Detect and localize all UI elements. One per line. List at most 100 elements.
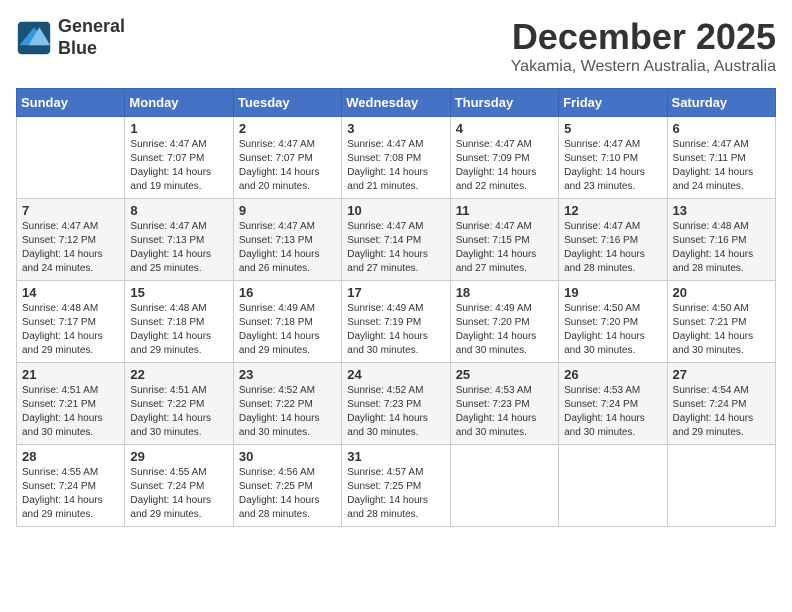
day-info: Sunrise: 4:47 AM Sunset: 7:07 PM Dayligh… [130, 138, 227, 194]
calendar-cell: 25 Sunrise: 4:53 AM Sunset: 7:23 PM Dayli… [450, 363, 558, 445]
calendar-cell: 22Sunrise: 4:51 AM Sunset: 7:22 PM Dayli… [125, 363, 233, 445]
location-title: Yakamia, Western Australia, Australia [511, 58, 776, 76]
calendar-cell: 20 Sunrise: 4:50 AM Sunset: 7:21 PM Dayli… [667, 281, 775, 363]
weekday-header-sunday: Sunday [17, 89, 125, 117]
day-number: 17 [347, 285, 444, 300]
calendar-table: SundayMondayTuesdayWednesdayThursdayFrid… [16, 88, 776, 527]
day-info: Sunrise: 4:51 AM Sunset: 7:21 PM Dayligh… [22, 384, 119, 440]
day-number: 1 [130, 121, 227, 136]
week-row-3: 14 Sunrise: 4:48 AM Sunset: 7:17 PM Dayli… [17, 281, 776, 363]
logo-line2: Blue [58, 38, 125, 60]
calendar-cell: 7 Sunrise: 4:47 AM Sunset: 7:12 PM Daylig… [17, 199, 125, 281]
calendar-cell: 5Sunrise: 4:47 AM Sunset: 7:10 PM Daylig… [559, 117, 667, 199]
calendar-cell: 15 Sunrise: 4:48 AM Sunset: 7:18 PM Dayli… [125, 281, 233, 363]
week-row-2: 7 Sunrise: 4:47 AM Sunset: 7:12 PM Daylig… [17, 199, 776, 281]
day-number: 29 [130, 449, 227, 464]
calendar-cell: 21Sunrise: 4:51 AM Sunset: 7:21 PM Dayli… [17, 363, 125, 445]
logo: General Blue [16, 16, 125, 59]
day-number: 7 [22, 203, 119, 218]
day-info: Sunrise: 4:47 AM Sunset: 7:07 PM Dayligh… [239, 138, 336, 194]
day-info: Sunrise: 4:53 AM Sunset: 7:24 PM Dayligh… [564, 384, 661, 440]
calendar-cell [450, 445, 558, 527]
day-info: Sunrise: 4:49 AM Sunset: 7:18 PM Dayligh… [239, 302, 336, 358]
calendar-cell: 28 Sunrise: 4:55 AM Sunset: 7:24 PM Dayli… [17, 445, 125, 527]
day-number: 10 [347, 203, 444, 218]
day-info: Sunrise: 4:49 AM Sunset: 7:19 PM Dayligh… [347, 302, 444, 358]
day-info: Sunrise: 4:47 AM Sunset: 7:13 PM Dayligh… [130, 220, 227, 276]
calendar-cell: 19 Sunrise: 4:50 AM Sunset: 7:20 PM Dayli… [559, 281, 667, 363]
day-number: 28 [22, 449, 119, 464]
day-info: Sunrise: 4:54 AM Sunset: 7:24 PM Dayligh… [673, 384, 770, 440]
day-info: Sunrise: 4:47 AM Sunset: 7:12 PM Dayligh… [22, 220, 119, 276]
weekday-header-row: SundayMondayTuesdayWednesdayThursdayFrid… [17, 89, 776, 117]
day-info: Sunrise: 4:55 AM Sunset: 7:24 PM Dayligh… [22, 466, 119, 522]
day-number: 13 [673, 203, 770, 218]
day-number: 15 [130, 285, 227, 300]
day-info: Sunrise: 4:48 AM Sunset: 7:17 PM Dayligh… [22, 302, 119, 358]
week-row-1: 1 Sunrise: 4:47 AM Sunset: 7:07 PM Daylig… [17, 117, 776, 199]
day-number: 25 [456, 367, 553, 382]
day-info: Sunrise: 4:47 AM Sunset: 7:11 PM Dayligh… [673, 138, 770, 194]
calendar-cell: 13 Sunrise: 4:48 AM Sunset: 7:16 PM Dayli… [667, 199, 775, 281]
calendar-cell: 24Sunrise: 4:52 AM Sunset: 7:23 PM Dayli… [342, 363, 450, 445]
calendar-cell: 29 Sunrise: 4:55 AM Sunset: 7:24 PM Dayli… [125, 445, 233, 527]
calendar-cell: 31Sunrise: 4:57 AM Sunset: 7:25 PM Dayli… [342, 445, 450, 527]
day-number: 27 [673, 367, 770, 382]
day-info: Sunrise: 4:52 AM Sunset: 7:23 PM Dayligh… [347, 384, 444, 440]
calendar-cell: 27 Sunrise: 4:54 AM Sunset: 7:24 PM Dayli… [667, 363, 775, 445]
weekday-header-friday: Friday [559, 89, 667, 117]
calendar-cell: 17 Sunrise: 4:49 AM Sunset: 7:19 PM Dayli… [342, 281, 450, 363]
weekday-header-thursday: Thursday [450, 89, 558, 117]
day-info: Sunrise: 4:57 AM Sunset: 7:25 PM Dayligh… [347, 466, 444, 522]
day-number: 2 [239, 121, 336, 136]
title-area: December 2025 Yakamia, Western Australia… [511, 16, 776, 76]
day-number: 16 [239, 285, 336, 300]
day-number: 5 [564, 121, 661, 136]
calendar-cell: 4Sunrise: 4:47 AM Sunset: 7:09 PM Daylig… [450, 117, 558, 199]
logo-text: General Blue [58, 16, 125, 59]
day-info: Sunrise: 4:48 AM Sunset: 7:16 PM Dayligh… [673, 220, 770, 276]
day-number: 23 [239, 367, 336, 382]
day-number: 19 [564, 285, 661, 300]
logo-icon [16, 20, 52, 56]
day-number: 6 [673, 121, 770, 136]
calendar-cell: 23 Sunrise: 4:52 AM Sunset: 7:22 PM Dayli… [233, 363, 341, 445]
calendar-cell: 3 Sunrise: 4:47 AM Sunset: 7:08 PM Daylig… [342, 117, 450, 199]
day-info: Sunrise: 4:55 AM Sunset: 7:24 PM Dayligh… [130, 466, 227, 522]
day-info: Sunrise: 4:49 AM Sunset: 7:20 PM Dayligh… [456, 302, 553, 358]
calendar-cell: 14 Sunrise: 4:48 AM Sunset: 7:17 PM Dayli… [17, 281, 125, 363]
day-info: Sunrise: 4:48 AM Sunset: 7:18 PM Dayligh… [130, 302, 227, 358]
day-number: 3 [347, 121, 444, 136]
logo-line1: General [58, 16, 125, 38]
day-info: Sunrise: 4:50 AM Sunset: 7:21 PM Dayligh… [673, 302, 770, 358]
calendar-cell [17, 117, 125, 199]
day-number: 26 [564, 367, 661, 382]
day-number: 20 [673, 285, 770, 300]
day-info: Sunrise: 4:56 AM Sunset: 7:25 PM Dayligh… [239, 466, 336, 522]
calendar-cell: 8 Sunrise: 4:47 AM Sunset: 7:13 PM Daylig… [125, 199, 233, 281]
day-info: Sunrise: 4:47 AM Sunset: 7:16 PM Dayligh… [564, 220, 661, 276]
day-info: Sunrise: 4:50 AM Sunset: 7:20 PM Dayligh… [564, 302, 661, 358]
day-number: 9 [239, 203, 336, 218]
day-number: 18 [456, 285, 553, 300]
calendar-cell: 12 Sunrise: 4:47 AM Sunset: 7:16 PM Dayli… [559, 199, 667, 281]
page-header: General Blue December 2025 Yakamia, West… [16, 16, 776, 76]
day-number: 12 [564, 203, 661, 218]
day-number: 14 [22, 285, 119, 300]
day-number: 22 [130, 367, 227, 382]
day-number: 4 [456, 121, 553, 136]
day-number: 11 [456, 203, 553, 218]
day-info: Sunrise: 4:53 AM Sunset: 7:23 PM Dayligh… [456, 384, 553, 440]
calendar-cell: 18 Sunrise: 4:49 AM Sunset: 7:20 PM Dayli… [450, 281, 558, 363]
month-title: December 2025 [511, 16, 776, 58]
weekday-header-saturday: Saturday [667, 89, 775, 117]
day-number: 8 [130, 203, 227, 218]
week-row-4: 21Sunrise: 4:51 AM Sunset: 7:21 PM Dayli… [17, 363, 776, 445]
calendar-cell: 26 Sunrise: 4:53 AM Sunset: 7:24 PM Dayli… [559, 363, 667, 445]
calendar-cell: 6 Sunrise: 4:47 AM Sunset: 7:11 PM Daylig… [667, 117, 775, 199]
calendar-cell: 2 Sunrise: 4:47 AM Sunset: 7:07 PM Daylig… [233, 117, 341, 199]
day-info: Sunrise: 4:52 AM Sunset: 7:22 PM Dayligh… [239, 384, 336, 440]
day-info: Sunrise: 4:47 AM Sunset: 7:08 PM Dayligh… [347, 138, 444, 194]
calendar-cell [667, 445, 775, 527]
weekday-header-wednesday: Wednesday [342, 89, 450, 117]
